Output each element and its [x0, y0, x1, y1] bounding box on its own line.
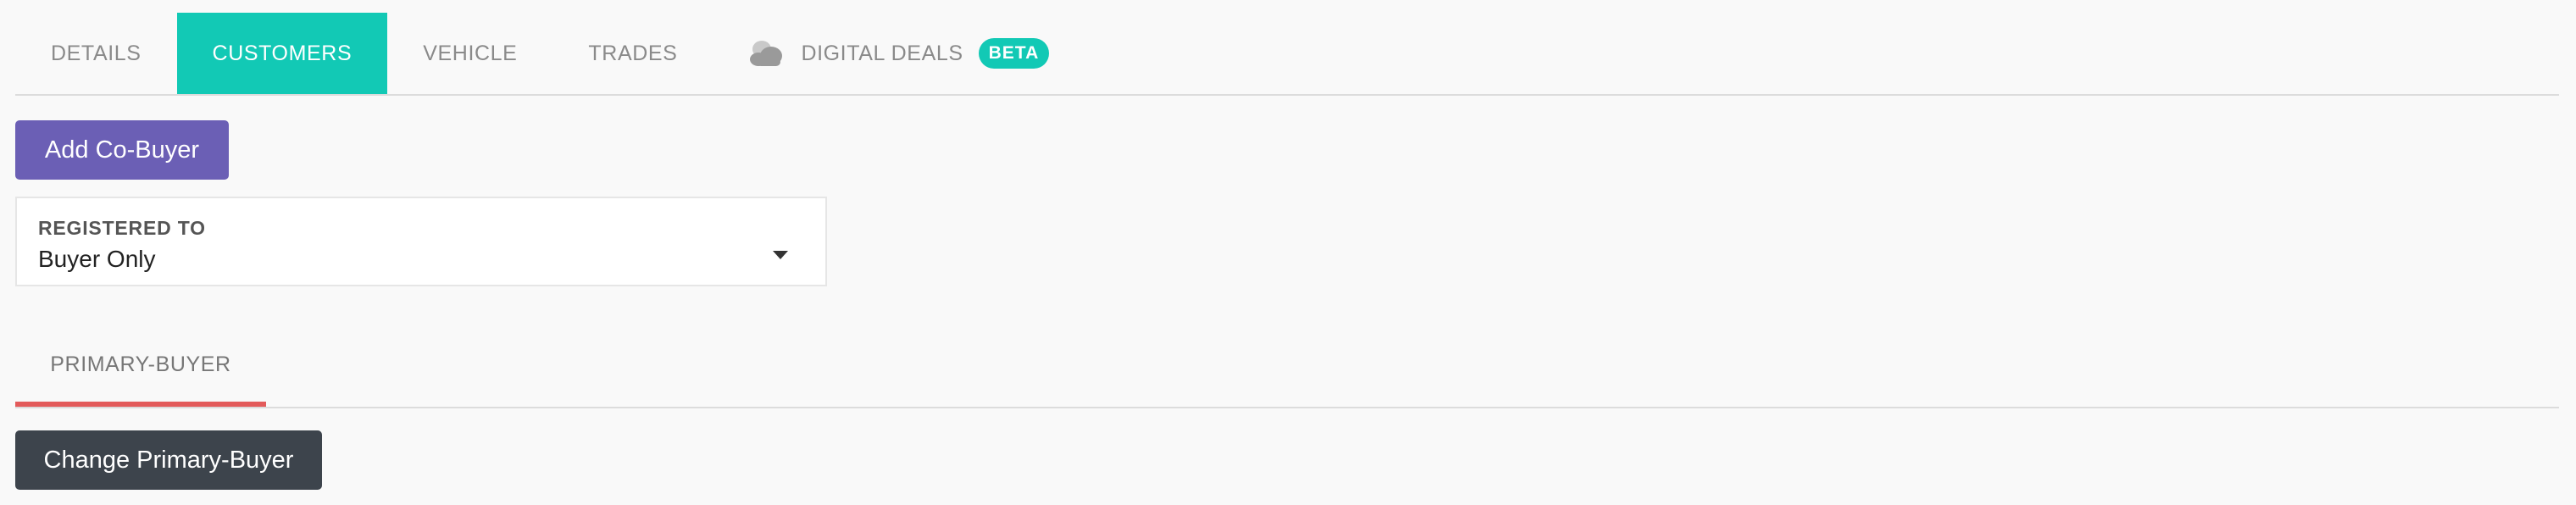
- caret-down-icon: [773, 251, 788, 259]
- tab-vehicle[interactable]: VEHICLE: [387, 13, 552, 94]
- buyer-subtab-bar: PRIMARY-BUYER: [15, 327, 2559, 408]
- tab-vehicle-label: VEHICLE: [423, 41, 518, 65]
- tab-customers[interactable]: CUSTOMERS: [176, 13, 388, 94]
- registered-to-value: Buyer Only: [38, 246, 156, 272]
- registered-to-select[interactable]: REGISTERED TO Buyer Only: [15, 197, 827, 286]
- tab-customers-label: CUSTOMERS: [212, 41, 353, 65]
- add-co-buyer-button[interactable]: Add Co-Buyer: [15, 120, 229, 180]
- main-tab-bar: DETAILS CUSTOMERS VEHICLE TRADES DIGITAL…: [15, 13, 2559, 96]
- tab-details[interactable]: DETAILS: [15, 13, 177, 94]
- registered-to-label: REGISTERED TO: [38, 217, 206, 239]
- tab-primary-buyer[interactable]: PRIMARY-BUYER: [15, 327, 266, 407]
- tab-digital-deals-label: DIGITAL DEALS: [801, 41, 963, 65]
- beta-badge: BETA: [978, 38, 1050, 69]
- cloud-icon: [750, 41, 783, 66]
- change-primary-buyer-button[interactable]: Change Primary-Buyer: [15, 430, 322, 490]
- tab-trades[interactable]: TRADES: [552, 13, 713, 94]
- tab-digital-deals[interactable]: DIGITAL DEALS BETA: [713, 13, 1085, 94]
- tab-details-label: DETAILS: [51, 41, 142, 65]
- tab-trades-label: TRADES: [588, 41, 678, 65]
- tab-primary-buyer-label: PRIMARY-BUYER: [50, 352, 231, 376]
